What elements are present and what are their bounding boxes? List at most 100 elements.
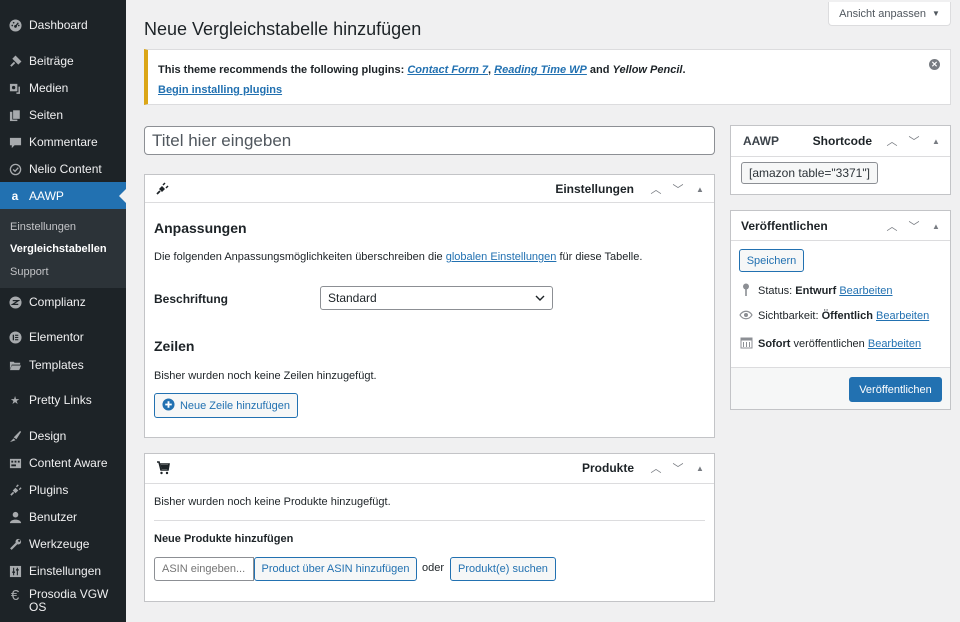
add-row-label: Neue Zeile hinzufügen xyxy=(179,399,291,412)
sidebar-label: Kommentare xyxy=(29,135,98,149)
sidebar-label: Pretty Links xyxy=(29,393,92,407)
add-products-heading: Neue Produkte hinzufügen xyxy=(154,533,294,545)
description-text: Die folgenden Anpassungsmöglichkeiten üb… xyxy=(154,251,446,263)
move-up-icon[interactable]: ︿ xyxy=(884,133,900,149)
sidebar-item-werkzeuge[interactable]: Werkzeuge xyxy=(0,530,126,558)
move-up-icon[interactable]: ︿ xyxy=(648,460,664,476)
visibility-value: Öffentlich xyxy=(821,310,873,322)
submenu-item-support[interactable]: Support xyxy=(10,266,49,278)
edit-status-link[interactable]: Bearbeiten xyxy=(839,285,892,297)
wrench-icon xyxy=(8,537,22,551)
toggle-panel-icon[interactable]: ▲ xyxy=(928,218,944,234)
section-heading-anpassungen: Anpassungen xyxy=(154,220,247,236)
toggle-panel-icon[interactable]: ▲ xyxy=(692,181,708,197)
sidebar-item-benutzer[interactable]: Benutzer xyxy=(0,503,126,531)
sidebar-item-einstellungen[interactable]: Einstellungen xyxy=(0,557,126,585)
settings-icon xyxy=(8,564,22,578)
pages-icon xyxy=(8,108,22,122)
star-icon: ★ xyxy=(10,394,20,407)
pin-icon xyxy=(8,54,22,68)
divider xyxy=(154,520,705,521)
add-row-button[interactable]: Neue Zeile hinzufügen xyxy=(154,393,298,418)
submenu-item-vergleichstabellen[interactable]: Vergleichstabellen xyxy=(10,243,107,255)
plugin-link-contact-form-7[interactable]: Contact Form 7 xyxy=(407,64,488,76)
move-up-icon[interactable]: ︿ xyxy=(884,218,900,234)
save-draft-button[interactable]: Speichern xyxy=(739,249,804,272)
sidebar-label: Content Aware xyxy=(29,456,108,470)
brush-icon xyxy=(8,429,22,443)
sidebar-item-prosodia[interactable]: € Prosodia VGW OS xyxy=(0,584,126,620)
pin-icon xyxy=(739,283,753,299)
sidebar-label: Einstellungen xyxy=(29,564,102,578)
sidebar-label: Beiträge xyxy=(29,54,74,68)
asin-input[interactable] xyxy=(154,557,254,581)
sidebar-item-complianz[interactable]: Complianz xyxy=(0,288,126,316)
schedule-label: veröffentlichen xyxy=(790,338,865,350)
edit-visibility-link[interactable]: Bearbeiten xyxy=(876,310,929,322)
sidebar-item-pretty-links[interactable]: ★ Pretty Links xyxy=(0,386,126,414)
media-icon xyxy=(8,81,22,95)
submenu-item-einstellungen[interactable]: Einstellungen xyxy=(10,221,76,233)
global-settings-link[interactable]: globalen Einstellungen xyxy=(446,251,557,263)
sidebar-label: Prosodia VGW OS xyxy=(29,587,109,614)
sidebar-label: Plugins xyxy=(29,483,69,497)
plugin-link-reading-time[interactable]: Reading Time WP xyxy=(494,64,587,76)
move-up-icon[interactable]: ︿ xyxy=(648,181,664,197)
sidebar-item-beitraege[interactable]: Beiträge xyxy=(0,47,126,75)
rows-empty-message: Bisher wurden noch keine Zeilen hinzugef… xyxy=(154,370,377,382)
sidebar-item-content-aware[interactable]: Content Aware xyxy=(0,449,126,477)
toggle-panel-icon[interactable]: ▲ xyxy=(692,460,708,476)
sidebar-item-dashboard[interactable]: Dashboard xyxy=(0,11,126,39)
settings-postbox-header[interactable]: Einstellungen ︿ ﹀ ▲ xyxy=(145,175,714,203)
products-postbox-header[interactable]: Produkte ︿ ﹀ ▲ xyxy=(145,454,714,484)
sidebar-item-plugins[interactable]: Plugins xyxy=(0,476,126,504)
notice-text: This theme recommends the following plug… xyxy=(158,64,408,76)
status-label: Status: xyxy=(758,285,796,297)
sidebar-item-design[interactable]: Design xyxy=(0,422,126,450)
sidebar-label: Complianz xyxy=(29,295,86,309)
sidebar-item-seiten[interactable]: Seiten xyxy=(0,101,126,129)
move-down-icon[interactable]: ﹀ xyxy=(670,181,686,197)
description-text-end: für diese Tabelle. xyxy=(556,251,643,263)
notice-and: and xyxy=(586,64,613,76)
layout-icon xyxy=(8,456,22,470)
caption-select[interactable]: Standard xyxy=(320,286,553,310)
sidebar-label: AAWP xyxy=(29,189,64,203)
publish-button[interactable]: Veröffentlichen xyxy=(849,377,942,402)
status-value: Entwurf xyxy=(795,285,837,297)
caret-down-icon: ▼ xyxy=(931,9,940,18)
sidebar-item-kommentare[interactable]: Kommentare xyxy=(0,128,126,156)
notice-message: This theme recommends the following plug… xyxy=(158,64,686,76)
settings-description: Die folgenden Anpassungsmöglichkeiten üb… xyxy=(154,251,642,263)
move-down-icon[interactable]: ﹀ xyxy=(670,460,686,476)
elementor-icon xyxy=(8,330,22,344)
dismiss-icon[interactable]: ✕ xyxy=(929,59,940,70)
products-postbox: Produkte ︿ ﹀ ▲ Bisher wurden noch keine … xyxy=(144,453,715,602)
screen-options-button[interactable]: Ansicht anpassen ▼ xyxy=(828,2,951,26)
shortcode-postbox-header[interactable]: AAWP Shortcode ︿ ﹀ ▲ xyxy=(731,126,950,157)
add-by-asin-button[interactable]: Product über ASIN hinzufügen xyxy=(254,557,417,581)
aawp-logo: AAWP xyxy=(743,134,779,148)
chevron-down-icon xyxy=(535,291,545,305)
sidebar-item-medien[interactable]: Medien xyxy=(0,74,126,102)
move-down-icon[interactable]: ﹀ xyxy=(906,218,922,234)
edit-schedule-link[interactable]: Bearbeiten xyxy=(868,338,921,350)
publish-postbox: Veröffentlichen ︿ ﹀ ▲ Speichern Status: … xyxy=(730,210,951,410)
publish-postbox-header[interactable]: Veröffentlichen ︿ ﹀ ▲ xyxy=(731,211,950,241)
sidebar-label: Nelio Content xyxy=(29,162,102,176)
title-input[interactable] xyxy=(144,126,715,155)
sidebar-item-aawp[interactable]: a AAWP xyxy=(0,182,126,210)
begin-installing-link[interactable]: Begin installing plugins xyxy=(158,84,282,96)
move-down-icon[interactable]: ﹀ xyxy=(906,133,922,149)
sidebar-item-nelio-content[interactable]: Nelio Content xyxy=(0,155,126,183)
shortcode-field[interactable]: [amazon table="3371"] xyxy=(741,162,878,184)
sidebar-label: Werkzeuge xyxy=(29,537,90,551)
admin-sidebar: Dashboard Beiträge Medien Seiten Komment… xyxy=(0,0,126,622)
search-products-button[interactable]: Produkt(e) suchen xyxy=(450,557,556,581)
sidebar-label: Seiten xyxy=(29,108,64,122)
toggle-panel-icon[interactable]: ▲ xyxy=(928,133,944,149)
sidebar-label: Templates xyxy=(29,358,84,372)
sidebar-item-elementor[interactable]: Elementor xyxy=(0,323,126,351)
sidebar-item-templates[interactable]: Templates xyxy=(0,351,126,379)
schedule-row: Sofort veröffentlichen Bearbeiten xyxy=(739,336,921,352)
